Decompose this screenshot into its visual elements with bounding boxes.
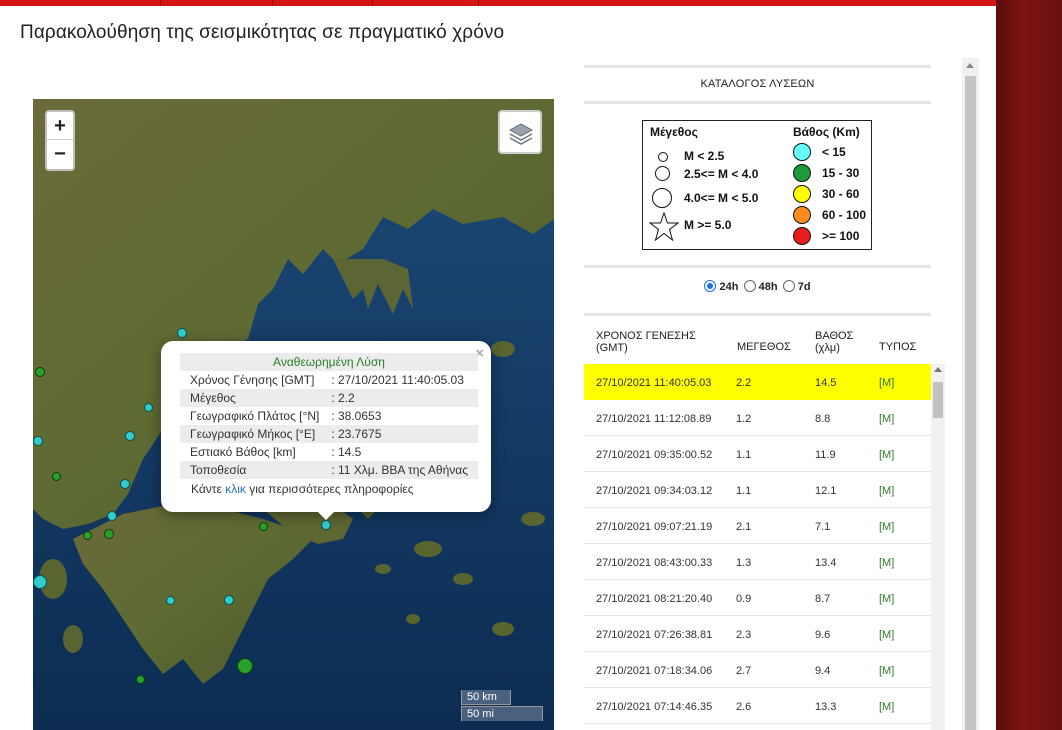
legend-depth-item: 15 - 30 [822,166,860,180]
earthquake-marker[interactable] [125,431,135,441]
table-row[interactable]: 27/10/2021 11:12:08.89 1.2 8.8 [M] [584,400,931,436]
divider [584,265,931,268]
divider [584,101,931,104]
earthquake-marker[interactable] [33,436,43,446]
legend-star-icon [649,212,679,242]
table-row[interactable]: 27/10/2021 07:26:38.81 2.3 9.6 [M] [584,616,931,652]
popup-field-value: : 27/10/2021 11:40:05.03 [331,373,464,387]
earthquake-marker[interactable] [259,522,268,531]
popup-field-value: : 11 Χλμ. ΒΒΑ της Αθήνας [329,461,478,479]
period-option-48h[interactable]: 48h [743,280,778,293]
legend-depth-dot-icon [793,206,811,224]
seismic-map[interactable]: + − × Αναθεωρημένη Λύση Χρόνος Γένησης [… [33,99,554,730]
catalog-title: ΚΑΤΑΛΟΓΟΣ ΛΥΣΕΩΝ [700,78,815,90]
zoom-control: + − [45,110,75,171]
column-header-magnitude[interactable]: ΜΕΓΕΘΟΣ [737,341,791,353]
legend-circle-medium-icon [655,166,670,181]
page-title: Παρακολούθηση της σεισμικότητας σε πραγμ… [20,22,505,43]
earthquake-marker[interactable] [104,529,114,539]
legend-depth-item: >= 100 [822,229,860,243]
scroll-up-arrow-icon[interactable] [966,63,974,68]
legend-magnitude-item: 2.5<= M < 4.0 [684,167,759,181]
earthquake-marker-selected[interactable] [321,520,331,530]
earthquake-marker[interactable] [107,511,117,521]
column-header-type[interactable]: ΤΥΠΟΣ [879,341,916,353]
popup-field-value: : 23.7675 [329,425,478,443]
radio-button[interactable] [782,280,795,292]
divider [584,65,931,68]
earthquake-marker[interactable] [35,367,45,377]
popup-field-label: Εστιακό Βάθος [km] [190,445,296,459]
legend-box: Μέγεθος Βάθος (Km) M < 2.5 2.5<= M < 4.0… [642,120,872,250]
earthquake-marker[interactable] [177,328,187,338]
scale-bar-km: 50 km [461,690,511,705]
popup-details-table: Αναθεωρημένη Λύση Χρόνος Γένησης [GMT] : … [180,353,478,479]
popup-field-value: : 2.2 [329,389,478,407]
popup-field-label: Γεωγραφικό Μήκος [°E] [180,425,330,443]
earthquake-marker[interactable] [83,531,92,540]
legend-depth-item: 30 - 60 [822,187,860,201]
column-header-time[interactable]: ΧΡΟΝΟΣ ΓΕΝΕΣΗΣ (GMT) [596,330,696,354]
scrollbar-thumb[interactable] [933,382,943,418]
zoom-in-button[interactable]: + [47,112,73,140]
popup-tip [316,510,336,520]
layers-icon [508,123,534,145]
table-row[interactable]: 27/10/2021 08:21:20.40 0.9 8.7 [M] [584,580,931,616]
popup-header: Αναθεωρημένη Λύση [180,353,478,371]
page-scrollbar[interactable] [962,58,979,730]
divider [584,313,931,316]
table-row[interactable]: 27/10/2021 09:34:03.12 1.1 12.1 [M] [584,472,931,508]
earthquake-marker[interactable] [120,479,130,489]
scrollbar-thumb[interactable] [965,76,976,730]
table-row[interactable]: 27/10/2021 08:43:00.33 1.3 13.4 [M] [584,544,931,580]
popup-field-label: Χρόνος Γένησης [GMT] [190,373,315,387]
legend-depth-header: Βάθος (Km) [793,125,860,139]
legend-circle-large-icon [652,188,672,208]
radio-button[interactable] [743,280,756,292]
earthquake-popup: × Αναθεωρημένη Λύση Χρόνος Γένησης [GMT]… [161,341,491,512]
table-row[interactable]: 27/10/2021 09:35:00.52 1.1 11.9 [M] [584,436,931,472]
legend-magnitude-item: M >= 5.0 [684,218,732,232]
period-option-7d[interactable]: 7d [782,280,811,293]
earthquake-marker[interactable] [144,403,153,412]
earthquake-marker[interactable] [136,675,145,684]
table-row[interactable]: 27/10/2021 09:07:21.19 2.1 7.1 [M] [584,508,931,544]
scale-bar-mi: 50 mi [461,706,543,721]
list-scrollbar[interactable] [931,364,945,730]
legend-circle-small-icon [658,152,668,162]
legend-depth-item: 60 - 100 [822,208,867,222]
table-row[interactable]: 27/10/2021 07:18:34.06 2.7 9.4 [M] [584,652,931,688]
scroll-up-arrow-icon[interactable] [934,367,942,372]
more-info-link[interactable]: κλικ [225,482,246,496]
popup-field-label: Μέγεθος [180,389,330,407]
page-background-side [996,0,1062,730]
legend-depth-item: < 15 [822,145,846,159]
popup-more-info: Κάντε κλικ για περισσότερες πληροφορίες [191,482,414,496]
earthquake-marker[interactable] [224,595,234,605]
layers-button[interactable] [498,110,542,154]
earthquake-marker[interactable] [52,472,61,481]
earthquake-marker[interactable] [166,596,175,605]
table-row[interactable]: 27/10/2021 07:14:46.35 2.6 13.3 [M] [584,688,931,724]
legend-depth-dot-icon [793,185,811,203]
column-header-depth[interactable]: ΒΑΘΟΣ (χλμ) [815,330,853,354]
popup-field-value: : 38.0653 [331,409,382,423]
top-nav-bar [0,0,996,6]
earthquake-marker[interactable] [33,575,47,589]
table-row-selected[interactable]: 27/10/2021 11:40:05.03 2.2 14.5 [M] [584,364,931,400]
legend-depth-dot-icon [793,143,811,161]
popup-field-value: : 14.5 [331,445,362,459]
period-selector: 24h 48h 7d [584,280,931,293]
radio-button[interactable] [704,280,717,292]
period-option-24h[interactable]: 24h [704,280,738,293]
legend-depth-dot-icon [793,164,811,182]
earthquake-marker[interactable] [237,658,253,674]
popup-field-label: Γεωγραφικό Πλάτος [°N] [190,409,320,423]
popup-field-label: Τοποθεσία [180,461,330,479]
zoom-out-button[interactable]: − [47,140,73,168]
legend-magnitude-item: M < 2.5 [684,149,725,163]
legend-magnitude-item: 4.0<= M < 5.0 [684,191,759,205]
legend-depth-dot-icon [793,227,811,245]
legend-magnitude-header: Μέγεθος [650,125,698,139]
